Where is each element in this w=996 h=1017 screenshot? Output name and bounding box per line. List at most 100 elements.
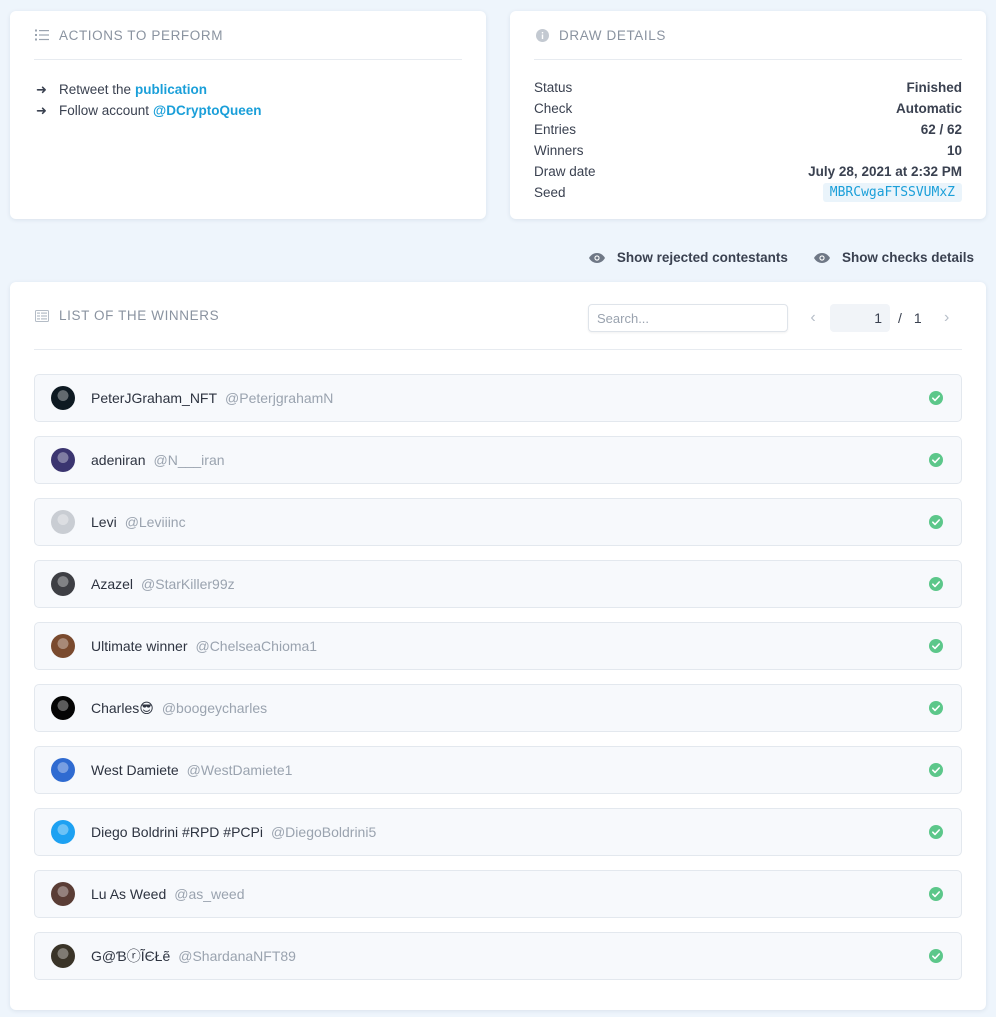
actions-title: Actions to perform xyxy=(59,27,224,43)
avatar xyxy=(51,944,75,968)
details-header: Draw details xyxy=(534,11,962,60)
page-input[interactable] xyxy=(830,304,890,332)
show-checks-toggle[interactable]: Show checks details xyxy=(813,250,974,265)
check-circle-icon xyxy=(929,825,943,839)
winner-name: Azazel xyxy=(91,576,134,592)
winner-handle: @WestDamiete1 xyxy=(186,762,293,778)
winner-handle: @as_weed xyxy=(174,886,245,902)
winner-name: Diego Boldrini #RPD #PCPi xyxy=(91,824,263,840)
publication-link[interactable]: publication xyxy=(135,79,207,100)
detail-label: Seed xyxy=(534,185,566,200)
winner-handle: @DiegoBoldrini5 xyxy=(270,824,377,840)
pagination: ‹ / 1 › xyxy=(802,304,958,332)
check-circle-icon xyxy=(929,639,943,653)
winner-name: Levi xyxy=(91,514,117,530)
winner-name: adeniran xyxy=(91,452,146,468)
show-checks-label: Show checks details xyxy=(841,250,974,265)
winner-row: Diego Boldrini #RPD #PCPi @DiegoBoldrini5 xyxy=(34,808,962,856)
winner-handle: @ChelseaChioma1 xyxy=(195,638,318,654)
avatar xyxy=(51,448,75,472)
avatar xyxy=(51,758,75,782)
details-table: Status Finished Check Automatic Entries … xyxy=(534,77,962,203)
winner-row: Levi @Leviiinc xyxy=(34,498,962,546)
winner-handle: @N___iran xyxy=(153,452,225,468)
next-page-button[interactable]: › xyxy=(936,304,958,332)
avatar xyxy=(51,820,75,844)
avatar xyxy=(51,386,75,410)
action-item: ➜ Retweet the publication xyxy=(36,79,261,100)
winner-row: Ultimate winner @ChelseaChioma1 xyxy=(34,622,962,670)
winner-row: adeniran @N___iran xyxy=(34,436,962,484)
detail-label: Status xyxy=(534,80,573,95)
action-text: Follow account xyxy=(59,103,150,118)
detail-row-check: Check Automatic xyxy=(534,98,962,119)
action-item: ➜ Follow account @DCryptoQueen xyxy=(36,100,261,121)
avatar xyxy=(51,696,75,720)
detail-label: Entries xyxy=(534,122,577,137)
show-rejected-toggle[interactable]: Show rejected contestants xyxy=(588,250,788,265)
check-circle-icon xyxy=(929,949,943,963)
winner-row: Azazel @StarKiller99z xyxy=(34,560,962,608)
eye-icon xyxy=(588,252,605,263)
actions-card: Actions to perform ➜ Retweet the publica… xyxy=(10,11,486,219)
winner-name: West Damiete xyxy=(91,762,179,778)
winner-handle: @StarKiller99z xyxy=(141,576,235,592)
arrow-right-icon: ➜ xyxy=(36,103,47,118)
view-toggles: Show rejected contestants Show checks de… xyxy=(588,250,974,265)
winner-row: Charles😎 @boogeycharles xyxy=(34,684,962,732)
avatar xyxy=(51,572,75,596)
detail-row-entries: Entries 62 / 62 xyxy=(534,119,962,140)
check-circle-icon xyxy=(929,453,943,467)
check-circle-icon xyxy=(929,577,943,591)
winner-name: G@ƁⓡĨЄŁẽ xyxy=(91,948,171,964)
search-input[interactable] xyxy=(588,304,788,332)
winner-row: G@ƁⓡĨЄŁẽ @ShardanaNFT89 xyxy=(34,932,962,980)
winner-handle: @ShardanaNFT89 xyxy=(178,948,296,964)
eye-icon xyxy=(813,252,830,263)
avatar xyxy=(51,634,75,658)
avatar xyxy=(51,882,75,906)
detail-value: July 28, 2021 at 2:32 PM xyxy=(808,164,962,179)
winner-list: PeterJGraham_NFT @PeterjgrahamN adeniran @N… xyxy=(34,374,962,994)
arrow-right-icon: ➜ xyxy=(36,82,47,97)
winners-title: List of the winners xyxy=(59,308,220,323)
winner-row: West Damiete @WestDamiete1 xyxy=(34,746,962,794)
detail-label: Draw date xyxy=(534,164,596,179)
winner-name: Charles😎 xyxy=(91,699,154,716)
checklist-icon xyxy=(34,27,50,43)
detail-row-status: Status Finished xyxy=(534,77,962,98)
check-circle-icon xyxy=(929,887,943,901)
show-rejected-label: Show rejected contestants xyxy=(616,250,788,265)
winners-card: List of the winners ‹ / 1 › PeterJGraham… xyxy=(10,282,986,1010)
actions-list: ➜ Retweet the publication ➜ Follow accou… xyxy=(36,79,261,121)
prev-page-button[interactable]: ‹ xyxy=(802,304,824,332)
avatar xyxy=(51,510,75,534)
total-pages: 1 xyxy=(913,310,922,326)
winner-handle: @Leviiinc xyxy=(124,514,186,530)
winner-name: PeterJGraham_NFT xyxy=(91,390,218,406)
account-link[interactable]: @DCryptoQueen xyxy=(153,100,261,121)
check-circle-icon xyxy=(929,763,943,777)
winner-name: Lu As Weed xyxy=(91,886,167,902)
detail-value: Automatic xyxy=(895,101,962,116)
check-circle-icon xyxy=(929,515,943,529)
winner-row: PeterJGraham_NFT @PeterjgrahamN xyxy=(34,374,962,422)
winner-name: Ultimate winner xyxy=(91,638,188,654)
detail-row-winners: Winners 10 xyxy=(534,140,962,161)
detail-label: Winners xyxy=(534,143,584,158)
action-text: Retweet the xyxy=(59,82,132,97)
detail-label: Check xyxy=(534,101,573,116)
list-icon xyxy=(34,308,50,324)
detail-value: Finished xyxy=(906,80,962,95)
detail-value: 62 / 62 xyxy=(920,122,962,137)
details-title: Draw details xyxy=(559,27,666,43)
winner-row: Lu As Weed @as_weed xyxy=(34,870,962,918)
detail-row-draw-date: Draw date July 28, 2021 at 2:32 PM xyxy=(534,161,962,182)
check-circle-icon xyxy=(929,391,943,405)
draw-details-card: Draw details Status Finished Check Autom… xyxy=(510,11,986,219)
check-circle-icon xyxy=(929,701,943,715)
winner-handle: @PeterjgrahamN xyxy=(225,390,334,406)
detail-row-seed: Seed MBRCwgaFTSSVUMxZ xyxy=(534,182,962,203)
seed-value: MBRCwgaFTSSVUMxZ xyxy=(822,183,962,202)
actions-header: Actions to perform xyxy=(34,11,462,60)
